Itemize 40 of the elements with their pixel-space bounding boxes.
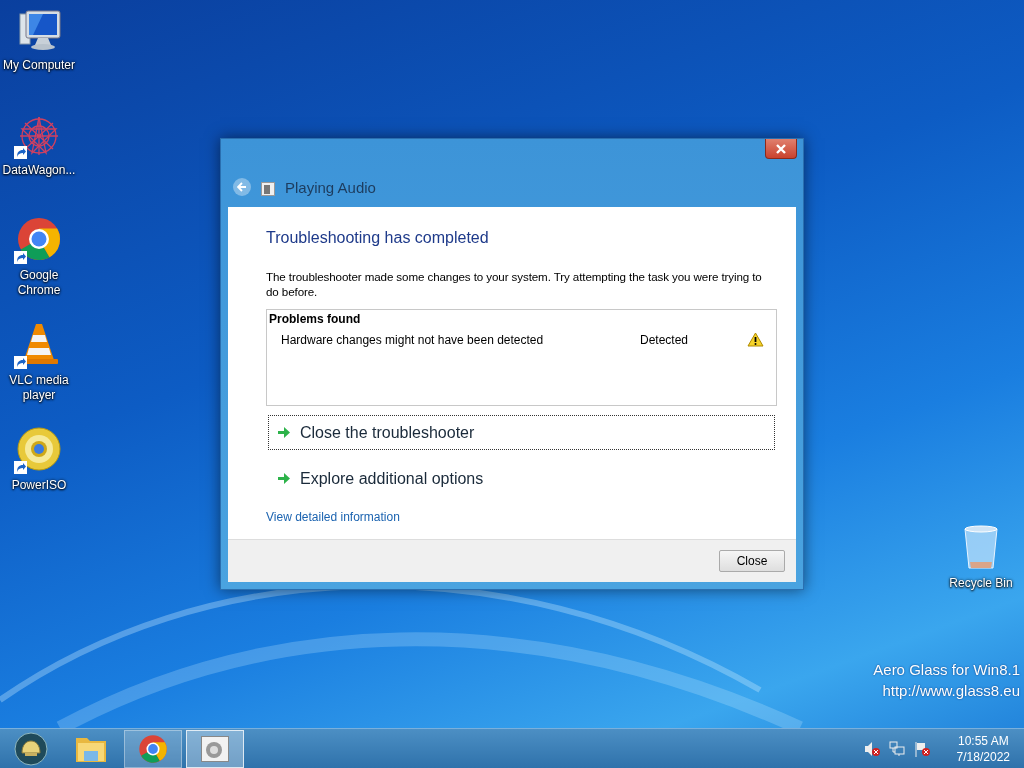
start-orb-icon <box>14 731 48 766</box>
watermark-text: Aero Glass for Win8.1 <box>873 660 1020 680</box>
close-button[interactable] <box>765 139 797 159</box>
icon-label[interactable]: DataWagon... <box>1 163 77 178</box>
arrow-icon <box>277 472 291 485</box>
problems-header: Problems found <box>269 312 362 326</box>
network-icon[interactable] <box>888 740 905 757</box>
clock-date: 7/18/2022 <box>956 748 1010 765</box>
problem-text: Hardware changes might not have been detected <box>281 332 545 347</box>
computer-icon <box>16 10 62 52</box>
flag-icon[interactable] <box>913 740 930 757</box>
details-link[interactable]: View detailed information <box>266 510 400 524</box>
icon-label[interactable]: Google Chrome <box>1 268 77 298</box>
option-link[interactable]: Close the troubleshooter <box>268 415 775 450</box>
arrow-icon <box>277 426 291 439</box>
back-button[interactable] <box>233 178 251 196</box>
taskbar-button[interactable] <box>124 729 182 768</box>
chrome-icon <box>138 733 168 764</box>
option-link[interactable]: Explore additional options <box>268 461 775 496</box>
muted-speaker-icon[interactable] <box>863 740 880 757</box>
warning-icon <box>747 332 764 347</box>
status-text: Detected <box>640 332 690 347</box>
dialog-heading: Troubleshooting has completed <box>266 229 490 247</box>
app-window-icon <box>261 182 275 196</box>
close-icon <box>776 143 786 154</box>
chrome-icon <box>16 216 62 262</box>
watermark-url: http://www.glass8.eu <box>882 681 1020 701</box>
back-arrow-icon <box>237 182 247 192</box>
icon-label[interactable]: My Computer <box>1 58 77 73</box>
window-title: Playing Audio <box>285 179 376 196</box>
message-text: The troubleshooter made some changes to your system. Try attempting the task you were trying to do before. <box>266 269 763 299</box>
window-thumbnail-icon <box>201 735 229 762</box>
close-dialog-button[interactable]: Close <box>719 550 785 572</box>
clock-time: 10:55 AM <box>957 732 1009 749</box>
recycle-bin-icon <box>962 524 1000 570</box>
icon-label[interactable]: VLC media player <box>1 373 77 403</box>
clock[interactable]: 10:55 AM 7/18/2022 <box>956 732 1010 765</box>
taskbar-button[interactable] <box>186 729 244 768</box>
disc-icon <box>16 426 62 472</box>
icon-label[interactable]: PowerISO <box>1 478 77 493</box>
